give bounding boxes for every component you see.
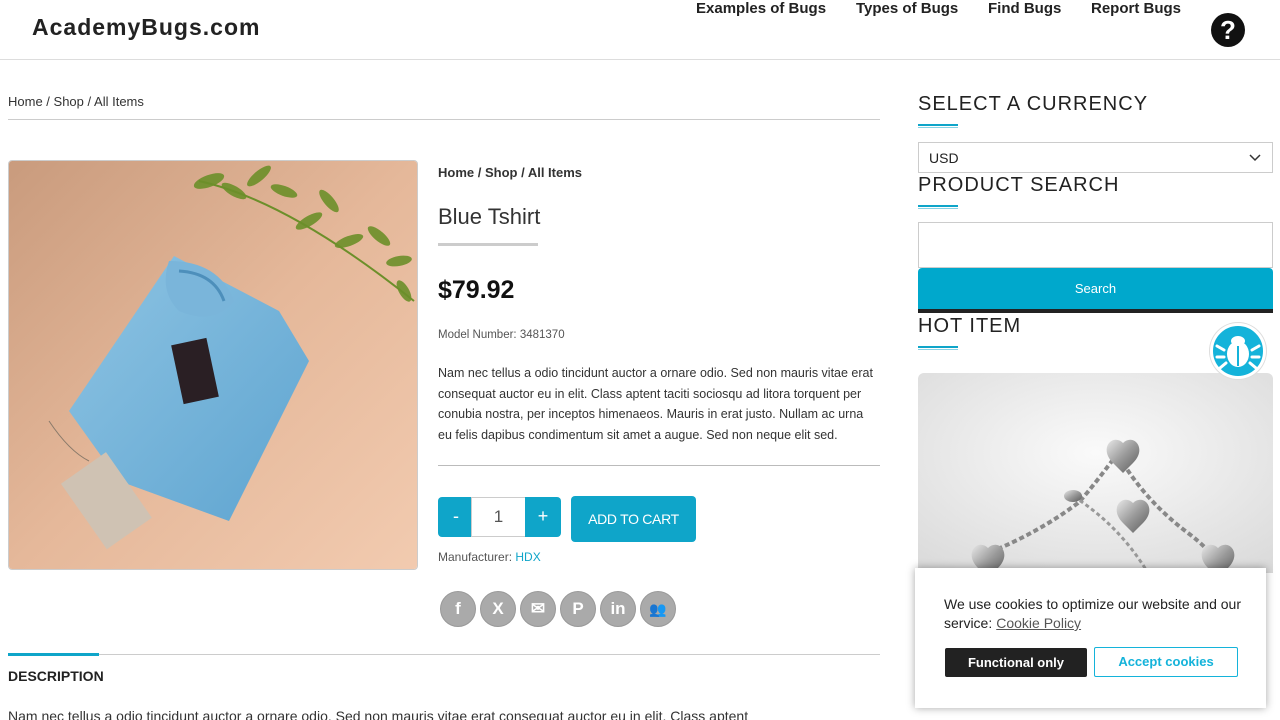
breadcrumb-shop[interactable]: Shop (485, 165, 518, 180)
accept-cookies-button[interactable]: Accept cookies (1094, 647, 1238, 677)
add-to-cart-button[interactable]: ADD TO CART (571, 496, 696, 542)
linkedin-icon[interactable]: in (600, 591, 636, 627)
cookie-policy-link[interactable]: Cookie Policy (996, 615, 1081, 631)
tab-description[interactable]: DESCRIPTION (8, 668, 104, 684)
question-circle-icon[interactable]: ? (1211, 13, 1245, 47)
bug-icon[interactable] (1210, 323, 1266, 379)
heading-underline (918, 205, 958, 209)
cookie-message: We use cookies to optimize our website a… (944, 595, 1244, 633)
facebook-icon[interactable]: f (440, 591, 476, 627)
divider (438, 465, 880, 466)
site-header: AcademyBugs.com Examples of Bugs Types o… (0, 0, 1280, 60)
functional-only-button[interactable]: Functional only (945, 648, 1087, 677)
manufacturer: Manufacturer: HDX (438, 550, 541, 564)
bracelet-photo (918, 373, 1273, 573)
chevron-down-icon (1249, 154, 1261, 162)
tshirt-photo (9, 161, 417, 569)
manufacturer-label: Manufacturer: (438, 550, 513, 564)
quantity-decrease-button[interactable]: - (438, 497, 474, 537)
model-number-value: 3481370 (519, 329, 565, 341)
model-number-label: Model Number: (438, 329, 517, 341)
product-price: $79.92 (438, 276, 515, 304)
breadcrumb-home[interactable]: Home (8, 94, 43, 109)
product-breadcrumb: Home / Shop / All Items (438, 165, 582, 180)
divider (8, 119, 880, 120)
breadcrumb-separator: / (42, 94, 54, 109)
site-logo[interactable]: AcademyBugs.com (32, 14, 260, 41)
breadcrumb-shop[interactable]: Shop (54, 94, 84, 109)
quantity-input[interactable] (471, 497, 526, 537)
breadcrumb-current: All Items (94, 94, 144, 109)
product-image[interactable] (8, 160, 418, 570)
model-number: Model Number: 3481370 (438, 329, 565, 341)
nav-types-of-bugs[interactable]: Types of Bugs (856, 0, 958, 17)
manufacturer-link[interactable]: HDX (515, 550, 540, 564)
search-input[interactable] (918, 222, 1273, 268)
currency-selected-value: USD (929, 150, 959, 166)
currency-heading: SELECT A CURRENCY (918, 93, 1149, 115)
breadcrumb-separator: / (83, 94, 95, 109)
cookie-text: We use cookies to optimize our website a… (944, 596, 1242, 631)
breadcrumb-separator: / (474, 165, 485, 180)
breadcrumb-separator: / (517, 165, 528, 180)
nav-report-bugs[interactable]: Report Bugs (1091, 0, 1181, 17)
breadcrumb-current: All Items (527, 165, 583, 180)
title-underline (438, 243, 538, 246)
email-icon[interactable]: ✉ (520, 591, 556, 627)
tabs-divider (8, 654, 880, 655)
hot-item-image[interactable] (918, 373, 1273, 573)
quantity-increase-button[interactable]: + (525, 497, 561, 537)
breadcrumb-home[interactable]: Home (438, 165, 474, 180)
hot-item-heading: HOT ITEM (918, 315, 1022, 337)
breadcrumb: Home / Shop / All Items (8, 94, 144, 109)
myspace-icon[interactable]: 👥 (640, 591, 676, 627)
currency-select[interactable]: USD (918, 142, 1273, 173)
product-title: Blue Tshirt (438, 204, 541, 229)
tab-active-indicator (8, 653, 99, 656)
product-short-description: Nam nec tellus a odio tincidunt auctor a… (438, 366, 873, 442)
heading-underline (918, 346, 958, 350)
nav-find-bugs[interactable]: Find Bugs (988, 0, 1061, 17)
product-search-heading: PRODUCT SEARCH (918, 174, 1120, 196)
search-button[interactable]: Search (918, 268, 1273, 313)
cookie-banner: We use cookies to optimize our website a… (915, 568, 1266, 708)
nav-examples-of-bugs[interactable]: Examples of Bugs (696, 0, 826, 17)
x-twitter-icon[interactable]: X (480, 591, 516, 627)
heading-underline (918, 124, 958, 128)
description-content: Nam nec tellus a odio tincidunt auctor a… (8, 708, 749, 720)
bug-glyph (1215, 336, 1261, 370)
pinterest-icon[interactable]: P (560, 591, 596, 627)
